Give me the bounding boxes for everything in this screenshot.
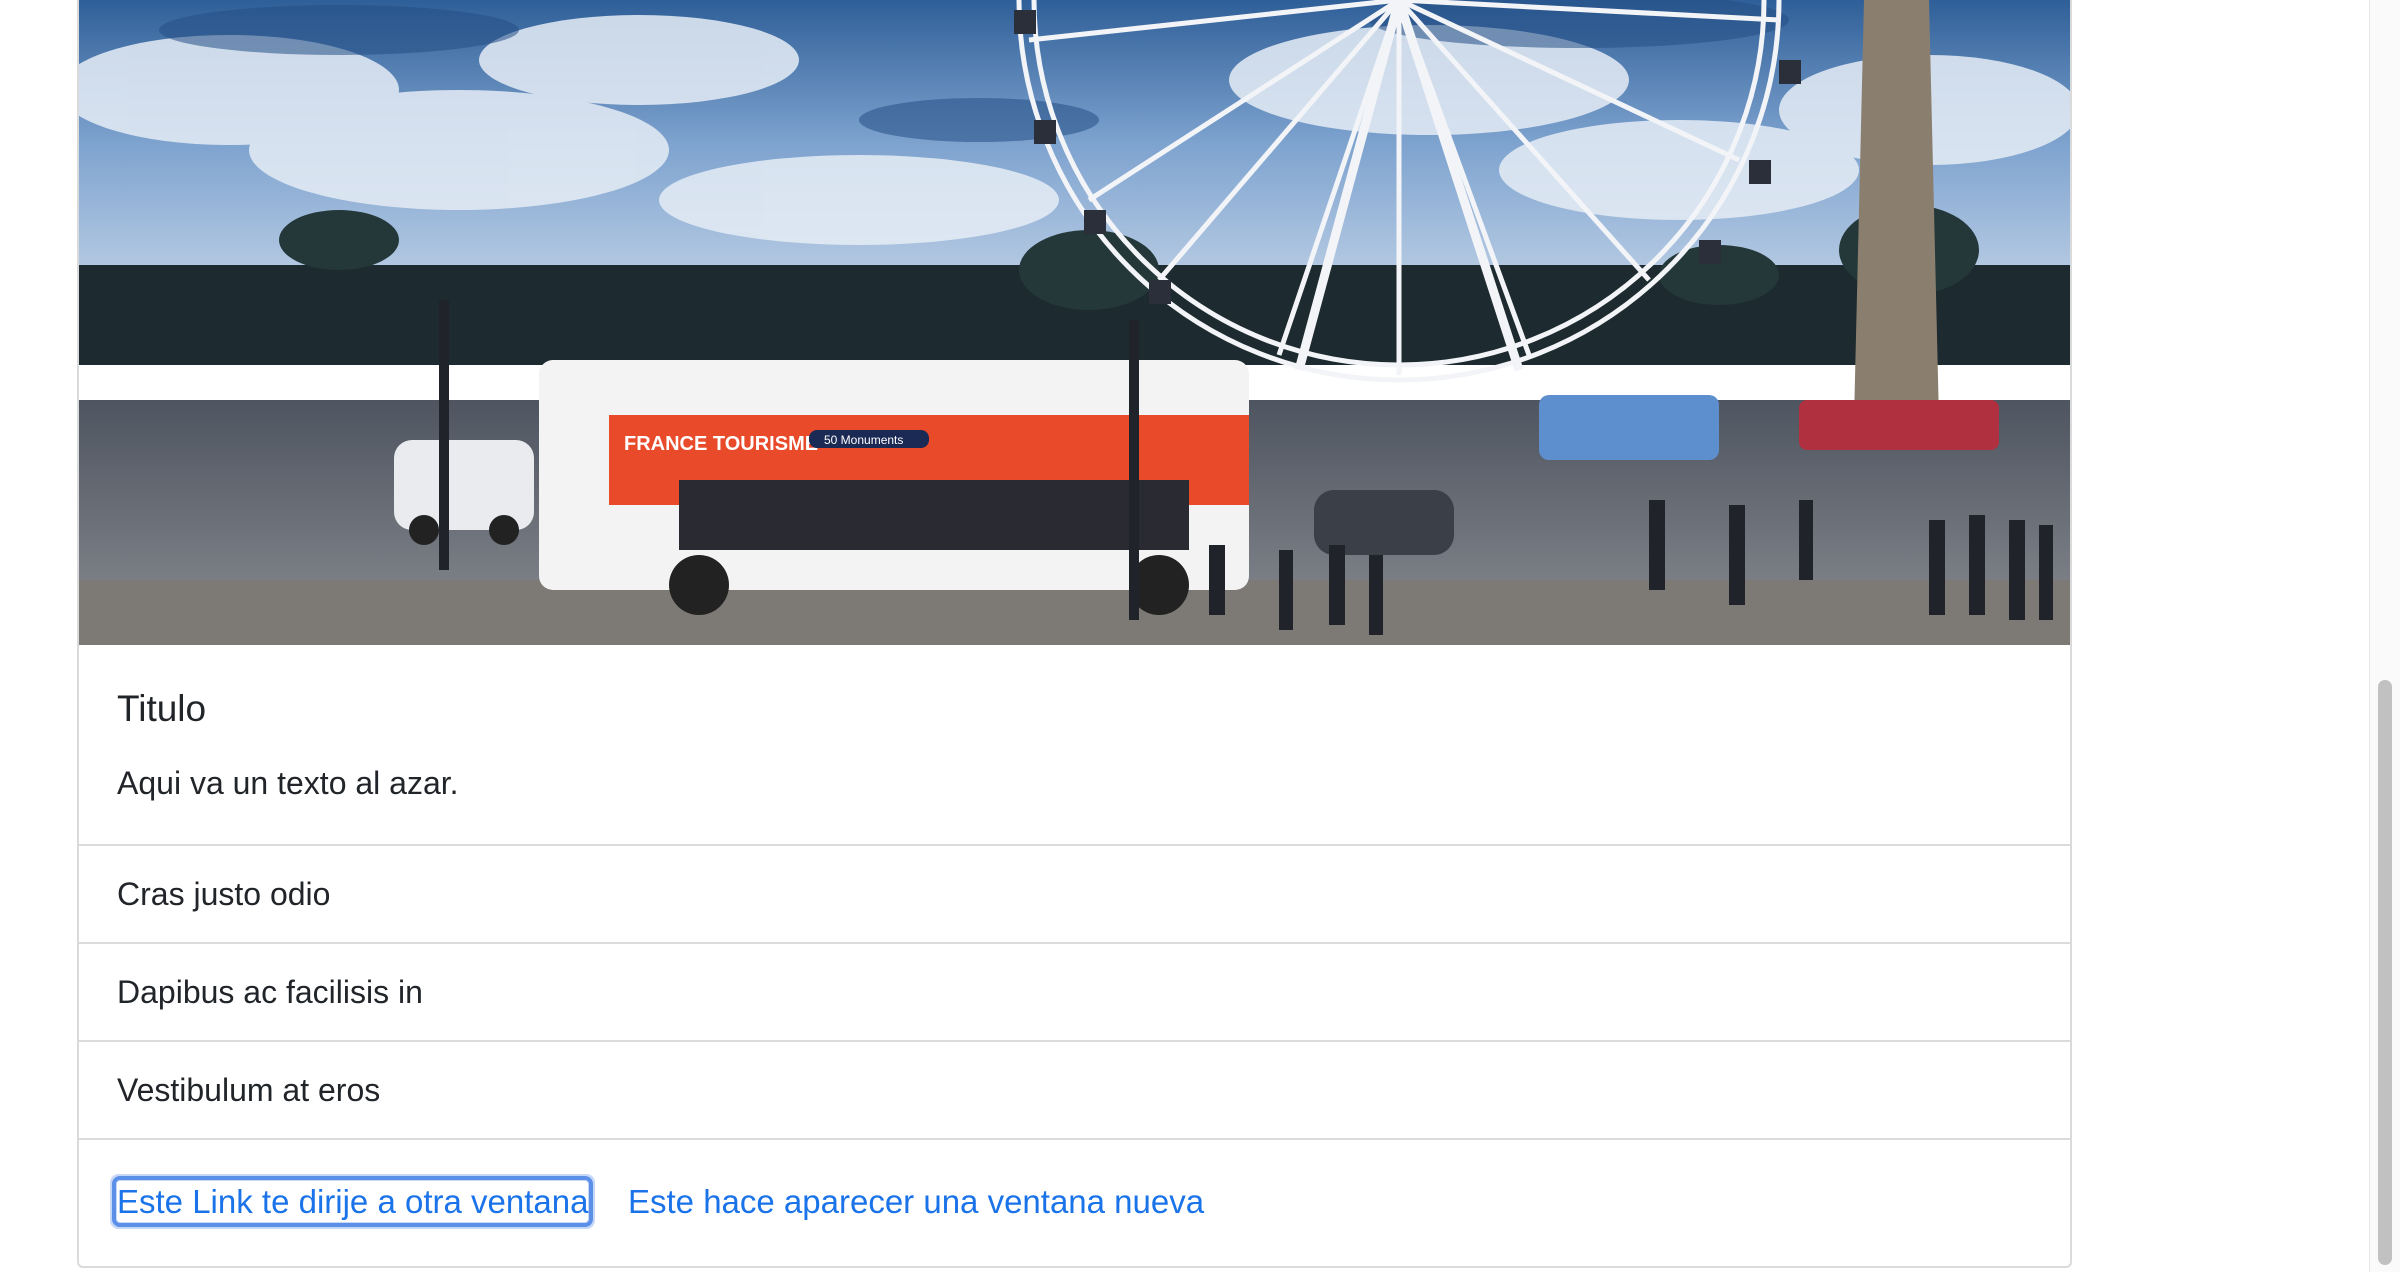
card-text: Aqui va un texto al azar. (117, 765, 459, 801)
card-image: FRANCE TOURISME 50 Monuments (79, 0, 2070, 645)
vertical-scrollbar[interactable] (2369, 0, 2400, 1272)
list-item: Cras justo odio (79, 846, 2070, 944)
card-body: Titulo Aqui va un texto al azar. (79, 645, 2070, 846)
list-item: Vestibulum at eros (79, 1042, 2070, 1140)
list-item-label: Vestibulum at eros (117, 1072, 381, 1108)
link-new-window[interactable]: Este hace aparecer una ventana nueva (628, 1181, 1204, 1222)
list-item: Dapibus ac facilisis in (79, 944, 2070, 1042)
bus-text-1: FRANCE TOURISME (624, 433, 818, 455)
card-title: Titulo (117, 688, 207, 729)
list-item-label: Dapibus ac facilisis in (117, 974, 423, 1010)
scrollbar-thumb[interactable] (2378, 680, 2392, 1265)
bus-text-2: 50 Monuments (824, 433, 903, 447)
card-links: Este Link te dirije a otra ventana Este … (79, 1140, 2070, 1266)
link-other-window[interactable]: Este Link te dirije a otra ventana (111, 1175, 594, 1228)
list-item-label: Cras justo odio (117, 876, 331, 912)
paris-photo: FRANCE TOURISME 50 Monuments (79, 0, 2070, 645)
card: FRANCE TOURISME 50 Monuments Titulo Aqui… (77, 0, 2072, 1268)
